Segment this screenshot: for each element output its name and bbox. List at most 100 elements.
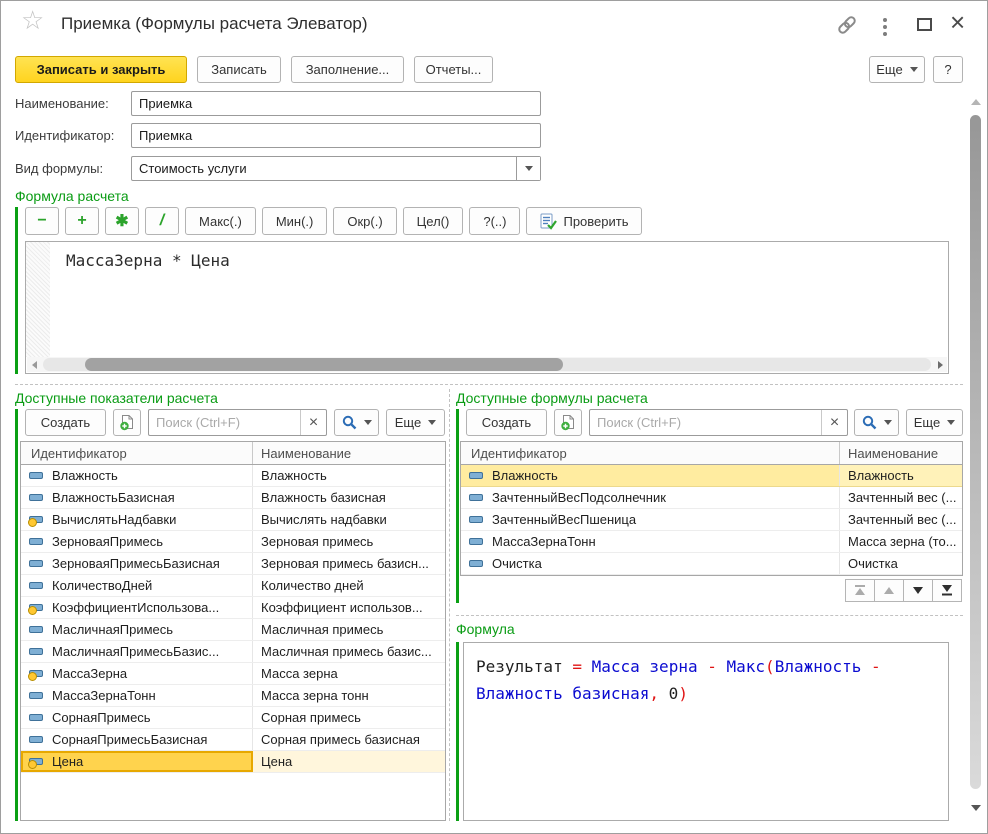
- indicators-search-button[interactable]: [334, 409, 379, 436]
- name-cell[interactable]: Влажность: [253, 465, 445, 486]
- name-cell[interactable]: Влажность базисная: [253, 487, 445, 508]
- identifier-cell[interactable]: МассаЗернаТонн: [461, 531, 840, 552]
- formulas-create-button[interactable]: Создать: [466, 409, 547, 436]
- table-row[interactable]: ВычислятьНадбавкиВычислять надбавки: [21, 509, 445, 531]
- link-icon[interactable]: [835, 13, 859, 37]
- table-row[interactable]: КоличествоДнейКоличество дней: [21, 575, 445, 597]
- table-row[interactable]: МасличнаяПримесьБазис...Масличная примес…: [21, 641, 445, 663]
- name-cell[interactable]: Зачтенный вес (...: [840, 487, 962, 508]
- name-cell[interactable]: Очистка: [840, 553, 962, 574]
- table-row[interactable]: ЗачтенныйВесПшеницаЗачтенный вес (...: [461, 509, 962, 531]
- identifier-cell[interactable]: ВлажностьБазисная: [21, 487, 253, 508]
- max-function-button[interactable]: Макс(.): [185, 207, 256, 235]
- close-icon[interactable]: ×: [950, 9, 965, 35]
- plus-operator-button[interactable]: +: [65, 207, 99, 235]
- identifier-cell[interactable]: ВычислятьНадбавки: [21, 509, 253, 530]
- indicators-search-input[interactable]: [149, 415, 300, 430]
- min-function-button[interactable]: Мин(.): [262, 207, 328, 235]
- name-cell[interactable]: Масличная примесь: [253, 619, 445, 640]
- help-button[interactable]: ?: [933, 56, 963, 83]
- column-header-identifier[interactable]: Идентификатор: [21, 446, 252, 461]
- table-row[interactable]: СорнаяПримесьБазиснаяСорная примесь бази…: [21, 729, 445, 751]
- indicators-create-button[interactable]: Создать: [25, 409, 106, 436]
- favorite-star-icon[interactable]: ☆: [21, 7, 44, 33]
- identifier-cell[interactable]: МассаЗернаТонн: [21, 685, 253, 706]
- formulas-table-header[interactable]: Идентификатор Наименование: [461, 442, 962, 465]
- table-row[interactable]: ЗачтенныйВесПодсолнечникЗачтенный вес (.…: [461, 487, 962, 509]
- formula-code-editor[interactable]: МассаЗерна * Цена: [25, 241, 949, 374]
- maximize-icon[interactable]: [917, 18, 932, 31]
- identifier-cell[interactable]: СорнаяПримесь: [21, 707, 253, 728]
- identifier-cell[interactable]: МасличнаяПримесь: [21, 619, 253, 640]
- name-cell[interactable]: Сорная примесь базисная: [253, 729, 445, 750]
- formula-kind-value[interactable]: [131, 156, 541, 181]
- identifier-cell[interactable]: ЗерноваяПримесь: [21, 531, 253, 552]
- table-row[interactable]: ОчисткаОчистка: [461, 553, 962, 575]
- horizontal-splitter[interactable]: [15, 384, 963, 385]
- save-and-close-button[interactable]: Записать и закрыть: [15, 56, 187, 83]
- identifier-cell[interactable]: ЗачтенныйВесПодсолнечник: [461, 487, 840, 508]
- scroll-left-arrow-icon[interactable]: [27, 361, 41, 369]
- name-cell[interactable]: Влажность: [840, 465, 962, 486]
- int-function-button[interactable]: Цел(): [403, 207, 464, 235]
- indicators-more-button[interactable]: Еще: [386, 409, 445, 436]
- scroll-down-arrow-icon[interactable]: [971, 805, 981, 811]
- identifier-cell[interactable]: СорнаяПримесьБазисная: [21, 729, 253, 750]
- more-menu-icon[interactable]: [881, 16, 889, 38]
- vertical-scroll-thumb[interactable]: [970, 115, 981, 789]
- table-row[interactable]: МассаЗернаТоннМасса зерна тонн: [21, 685, 445, 707]
- name-cell[interactable]: Сорная примесь: [253, 707, 445, 728]
- clear-search-icon[interactable]: ×: [822, 410, 847, 435]
- identifier-cell[interactable]: Цена: [21, 751, 253, 772]
- name-cell[interactable]: Количество дней: [253, 575, 445, 596]
- conditional-function-button[interactable]: ?(..): [469, 207, 520, 235]
- name-cell[interactable]: Зерновая примесь базисн...: [253, 553, 445, 574]
- divide-operator-button[interactable]: /: [145, 207, 179, 235]
- name-cell[interactable]: Масса зерна: [253, 663, 445, 684]
- move-to-top-button[interactable]: [845, 579, 875, 602]
- move-down-button[interactable]: [903, 579, 933, 602]
- indicators-table-header[interactable]: Идентификатор Наименование: [21, 442, 445, 465]
- identifier-cell[interactable]: ЗерноваяПримесьБазисная: [21, 553, 253, 574]
- formulas-search-input[interactable]: [590, 415, 821, 430]
- vertical-splitter[interactable]: [449, 389, 450, 821]
- identifier-cell[interactable]: Влажность: [21, 465, 253, 486]
- identifier-cell[interactable]: Очистка: [461, 553, 840, 574]
- more-button-top[interactable]: Еще: [869, 56, 925, 83]
- table-row[interactable]: МассаЗернаТоннМасса зерна (то...: [461, 531, 962, 553]
- formula-preview-box[interactable]: Результат = Масса зерна - Макс(Влажность…: [463, 642, 949, 821]
- name-cell[interactable]: Масса зерна (то...: [840, 531, 962, 552]
- minus-operator-button[interactable]: −: [25, 207, 59, 235]
- name-cell[interactable]: Цена: [253, 751, 445, 772]
- table-row[interactable]: ВлажностьВлажность: [21, 465, 445, 487]
- name-cell[interactable]: Коэффициент использов...: [253, 597, 445, 618]
- name-field[interactable]: [131, 91, 541, 116]
- formula-kind-dropdown-button[interactable]: [516, 157, 540, 180]
- check-formula-button[interactable]: Проверить: [526, 207, 642, 235]
- table-row[interactable]: МасличнаяПримесьМасличная примесь: [21, 619, 445, 641]
- column-header-name[interactable]: Наименование: [253, 446, 445, 461]
- name-cell[interactable]: Масса зерна тонн: [253, 685, 445, 706]
- table-row[interactable]: ЦенаЦена: [21, 751, 445, 773]
- multiply-operator-button[interactable]: ✱: [105, 207, 139, 235]
- formulas-more-button[interactable]: Еще: [906, 409, 963, 436]
- clear-search-icon[interactable]: ×: [301, 410, 326, 435]
- horizontal-scroll-track[interactable]: [43, 358, 931, 371]
- identifier-cell[interactable]: КоэффициентИспользова...: [21, 597, 253, 618]
- table-row[interactable]: МассаЗернаМасса зерна: [21, 663, 445, 685]
- horizontal-scroll-thumb[interactable]: [85, 358, 563, 371]
- move-to-bottom-button[interactable]: [932, 579, 962, 602]
- reports-button[interactable]: Отчеты...: [414, 56, 493, 83]
- scroll-up-arrow-icon[interactable]: [971, 99, 981, 105]
- fill-button[interactable]: Заполнение...: [291, 56, 404, 83]
- column-header-identifier[interactable]: Идентификатор: [461, 446, 839, 461]
- indicators-create-by-copy-button[interactable]: [113, 409, 141, 436]
- name-cell[interactable]: Масличная примесь базис...: [253, 641, 445, 662]
- formula-preview-splitter[interactable]: [456, 615, 963, 616]
- name-cell[interactable]: Зачтенный вес (...: [840, 509, 962, 530]
- column-header-name[interactable]: Наименование: [840, 446, 962, 461]
- name-cell[interactable]: Вычислять надбавки: [253, 509, 445, 530]
- formulas-search-button[interactable]: [854, 409, 899, 436]
- formulas-create-by-copy-button[interactable]: [554, 409, 582, 436]
- identifier-cell[interactable]: Влажность: [461, 465, 840, 486]
